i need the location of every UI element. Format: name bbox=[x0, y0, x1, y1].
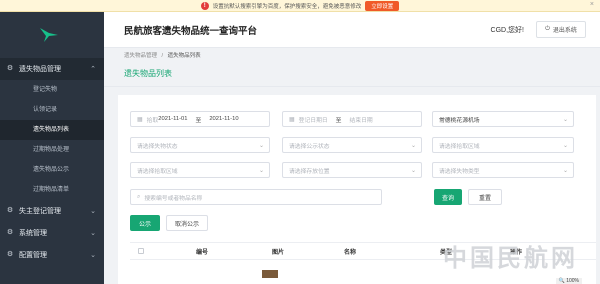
warning-icon: ! bbox=[200, 1, 209, 10]
sidebar-group-lost-items[interactable]: ⚙ 遗失物品管理 ⌃ bbox=[0, 58, 104, 80]
zoom-value: 100% bbox=[566, 278, 579, 284]
header: 民航旅客遗失物品统一查询平台 CGD,您好! ⏻ 退出系统 bbox=[104, 12, 600, 48]
sidebar: ⚙ 遗失物品管理 ⌃ 登记失物 认领记录 遗失物品列表 过期物品处理 遗失物品公… bbox=[0, 12, 104, 284]
logo-icon bbox=[40, 28, 58, 42]
chevron-down-icon: ⌄ bbox=[562, 116, 568, 123]
pickup-date-range[interactable]: ▦ 拾取 2021-11-01 至 2021-11-10 bbox=[130, 111, 270, 127]
chevron-up-icon: ⌃ bbox=[90, 66, 96, 73]
chevron-down-icon: ⌄ bbox=[90, 230, 96, 237]
chevron-down-icon: ⌄ bbox=[90, 208, 96, 215]
register-date-from: 登记日期日 bbox=[298, 117, 328, 124]
zoom-level[interactable]: 🔍 100% bbox=[555, 278, 582, 284]
page-title: 遗失物品列表 bbox=[124, 69, 172, 78]
chevron-down-icon: ⌄ bbox=[562, 167, 568, 174]
divider bbox=[104, 86, 600, 87]
pickup-date-to: 2021-11-10 bbox=[209, 116, 239, 122]
column-header-id[interactable]: 编号 bbox=[196, 247, 208, 256]
item-type-select[interactable]: 请选择失物类型 ⌄ bbox=[432, 162, 574, 178]
chevron-down-icon: ⌄ bbox=[410, 167, 416, 174]
column-header-name[interactable]: 名称 bbox=[344, 247, 356, 256]
pickup-date-from: 2021-11-01 bbox=[158, 116, 188, 122]
storage-select[interactable]: 请选择存放位置 ⌄ bbox=[282, 162, 422, 178]
notice-text: 设置抗默认搜索引擎为百度，保护搜索安全，避免被恶意修改 bbox=[212, 3, 362, 10]
watermark: 中国民航网 bbox=[443, 244, 578, 272]
query-button[interactable]: 查询 bbox=[434, 189, 462, 205]
chevron-down-icon: ⌄ bbox=[562, 142, 568, 149]
chevron-down-icon: ⌄ bbox=[258, 142, 264, 149]
sidebar-group-system[interactable]: ⚙ 系统管理 ⌄ bbox=[0, 222, 104, 244]
user-greeting: CGD,您好! bbox=[490, 26, 524, 34]
airport-select[interactable]: 常德桃花源机场 ⌄ bbox=[432, 111, 574, 127]
app-title: 民航旅客遗失物品统一查询平台 bbox=[124, 25, 258, 37]
range-separator: 至 bbox=[335, 117, 342, 124]
pickup-place-placeholder: 请选择拾取区域 bbox=[137, 168, 178, 175]
column-header-image: 图片 bbox=[272, 249, 285, 256]
chevron-down-icon: ⌄ bbox=[90, 252, 96, 259]
logout-button[interactable]: ⏻ 退出系统 bbox=[536, 21, 586, 38]
sidebar-group-label: 遗失物品管理 bbox=[19, 66, 61, 73]
notice-status-placeholder: 请选择公示状态 bbox=[289, 143, 330, 150]
pickup-status-placeholder: 请选择失物状态 bbox=[137, 143, 178, 150]
item-type-placeholder: 请选择失物类型 bbox=[439, 168, 480, 175]
range-separator: 至 bbox=[195, 117, 202, 124]
storage-placeholder: 请选择存放位置 bbox=[289, 168, 330, 175]
chevron-down-icon: ⌄ bbox=[258, 167, 264, 174]
sidebar-item-publish[interactable]: 遗失物品公示 bbox=[0, 160, 104, 180]
breadcrumb-current: 遗失物品列表 bbox=[167, 53, 201, 59]
pickup-status-select[interactable]: 请选择失物状态 ⌄ bbox=[130, 137, 270, 153]
sidebar-item-claims[interactable]: 认领记录 bbox=[0, 100, 104, 120]
logout-icon: ⏻ bbox=[545, 26, 550, 32]
sidebar-group-label: 配置管理 bbox=[19, 252, 47, 259]
gear-icon: ⚙ bbox=[6, 207, 14, 214]
breadcrumb-parent[interactable]: 遗失物品管理 bbox=[124, 53, 157, 59]
logout-label: 退出系统 bbox=[552, 28, 577, 34]
sidebar-group-label: 系统管理 bbox=[19, 230, 47, 237]
close-icon[interactable]: × bbox=[590, 1, 594, 8]
breadcrumb: 遗失物品管理 / 遗失物品列表 bbox=[124, 51, 201, 59]
notice-status-select[interactable]: 请选择公示状态 ⌄ bbox=[282, 137, 422, 153]
calendar-icon: ▦ bbox=[289, 116, 295, 123]
browser-notice-bar: ! 设置抗默认搜索引擎为百度，保护搜索安全，避免被恶意修改 立即设置 × bbox=[0, 0, 600, 12]
gear-icon: ⚙ bbox=[6, 65, 14, 72]
sidebar-group-owner-registration[interactable]: ⚙ 失主登记管理 ⌄ bbox=[0, 200, 104, 222]
sidebar-item-lost-list[interactable]: 遗失物品列表 bbox=[0, 120, 104, 140]
pickup-place-select[interactable]: 请选择拾取区域 ⌄ bbox=[130, 162, 270, 178]
reset-button[interactable]: 重置 bbox=[468, 189, 502, 205]
item-thumbnail[interactable] bbox=[262, 270, 278, 278]
zoom-icon: 🔍 bbox=[558, 278, 565, 284]
register-date-range[interactable]: ▦ 登记日期日 至 结束日期 bbox=[282, 111, 422, 127]
logo bbox=[0, 12, 104, 58]
chevron-down-icon: ⌄ bbox=[410, 142, 416, 149]
cancel-publish-button[interactable]: 取消公示 bbox=[166, 215, 208, 231]
search-input[interactable]: ⌕ 搜索编号或者物品名称 bbox=[130, 189, 382, 205]
pickup-area-select[interactable]: 请选择拾取区域 ⌄ bbox=[432, 137, 574, 153]
sidebar-item-expired-list[interactable]: 过期物品清单 bbox=[0, 180, 104, 200]
sidebar-item-register[interactable]: 登记失物 bbox=[0, 80, 104, 100]
breadcrumb-separator: / bbox=[161, 53, 164, 59]
pickup-area-placeholder: 请选择拾取区域 bbox=[439, 143, 480, 150]
publish-button[interactable]: 公示 bbox=[130, 215, 160, 231]
calendar-icon: ▦ bbox=[137, 116, 143, 123]
airport-value: 常德桃花源机场 bbox=[439, 117, 480, 124]
search-placeholder: 搜索编号或者物品名称 bbox=[144, 195, 203, 202]
register-date-to: 结束日期 bbox=[349, 117, 373, 124]
search-icon: ⌕ bbox=[137, 193, 141, 200]
set-now-button[interactable]: 立即设置 bbox=[365, 0, 400, 11]
gear-icon: ⚙ bbox=[6, 251, 14, 258]
sidebar-group-config[interactable]: ⚙ 配置管理 ⌄ bbox=[0, 244, 104, 266]
sidebar-group-label: 失主登记管理 bbox=[19, 208, 61, 215]
gear-icon: ⚙ bbox=[6, 229, 14, 236]
select-all-checkbox[interactable] bbox=[138, 248, 144, 254]
pickup-date-label: 拾取 bbox=[146, 117, 159, 124]
sidebar-item-expired-handle[interactable]: 过期物品处理 bbox=[0, 140, 104, 160]
